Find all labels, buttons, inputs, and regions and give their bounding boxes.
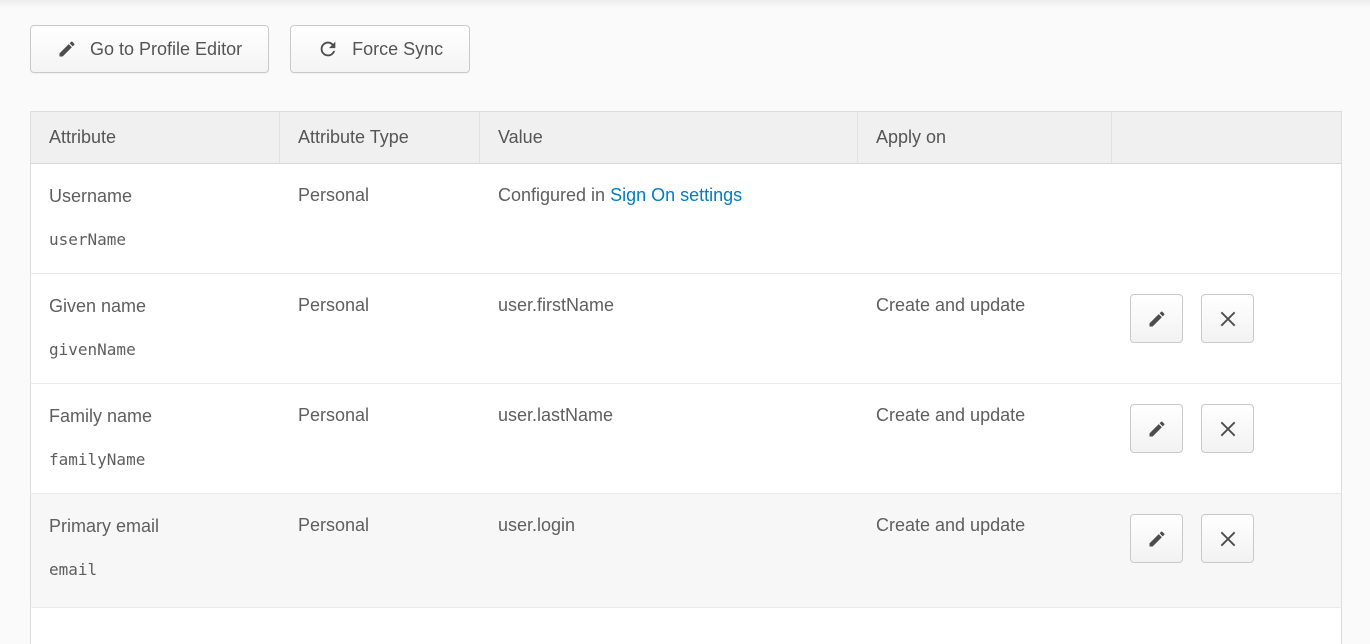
value-cell: user.firstName [480, 274, 858, 384]
value-cell: user.lastName [480, 384, 858, 494]
edit-attribute-button[interactable] [1130, 514, 1183, 563]
column-header-attribute: Attribute [30, 111, 280, 164]
go-to-profile-editor-button[interactable]: Go to Profile Editor [30, 25, 269, 73]
attribute-type-cell: Personal [280, 274, 480, 384]
column-header-value: Value [480, 111, 858, 164]
attribute-name: email [49, 560, 280, 579]
force-sync-label: Force Sync [352, 39, 443, 60]
force-sync-button[interactable]: Force Sync [290, 25, 470, 73]
column-header-attribute-type: Attribute Type [280, 111, 480, 164]
attribute-mapping-table: Attribute Attribute Type Value Apply on … [30, 111, 1342, 644]
table-row-username: Username userName Personal Configured in… [30, 164, 1342, 274]
attribute-label: Family name [49, 405, 280, 427]
attribute-label: Given name [49, 295, 280, 317]
sign-on-settings-link[interactable]: Sign On settings [610, 185, 742, 205]
apply-on-cell: Create and update [858, 494, 1112, 608]
table-row-primary-email: Primary email email Personal user.login … [30, 494, 1342, 608]
table-row-partial [30, 608, 1342, 644]
close-icon [1218, 309, 1238, 329]
pencil-icon [1147, 309, 1167, 329]
attribute-name: givenName [49, 340, 280, 359]
pencil-icon [57, 39, 77, 59]
edit-attribute-button[interactable] [1130, 294, 1183, 343]
edit-attribute-button[interactable] [1130, 404, 1183, 453]
close-icon [1218, 419, 1238, 439]
delete-attribute-button[interactable] [1201, 514, 1254, 563]
actions-cell [1112, 164, 1342, 274]
apply-on-cell: Create and update [858, 384, 1112, 494]
table-row-given-name: Given name givenName Personal user.first… [30, 274, 1342, 384]
attribute-type-cell: Personal [280, 164, 480, 274]
close-icon [1218, 529, 1238, 549]
column-header-actions [1112, 111, 1342, 164]
attribute-type-cell: Personal [280, 384, 480, 494]
attribute-name: familyName [49, 450, 280, 469]
attribute-label: Primary email [49, 515, 280, 537]
attribute-label: Username [49, 185, 280, 207]
table-header-row: Attribute Attribute Type Value Apply on [30, 111, 1342, 164]
attribute-name: userName [49, 230, 280, 249]
toolbar: Go to Profile Editor Force Sync [30, 25, 1370, 73]
delete-attribute-button[interactable] [1201, 294, 1254, 343]
actions-cell [1112, 274, 1342, 384]
sync-icon [317, 38, 339, 60]
value-cell: Configured in Sign On settings [480, 164, 858, 274]
top-shade [0, 0, 1370, 8]
value-prefix: Configured in [498, 185, 610, 205]
attribute-type-cell: Personal [280, 494, 480, 608]
apply-on-cell: Create and update [858, 274, 1112, 384]
column-header-apply-on: Apply on [858, 111, 1112, 164]
value-cell: user.login [480, 494, 858, 608]
actions-cell [1112, 384, 1342, 494]
pencil-icon [1147, 419, 1167, 439]
table-row-family-name: Family name familyName Personal user.las… [30, 384, 1342, 494]
delete-attribute-button[interactable] [1201, 404, 1254, 453]
go-to-profile-editor-label: Go to Profile Editor [90, 39, 242, 60]
pencil-icon [1147, 529, 1167, 549]
actions-cell [1112, 494, 1342, 608]
apply-on-cell [858, 164, 1112, 274]
